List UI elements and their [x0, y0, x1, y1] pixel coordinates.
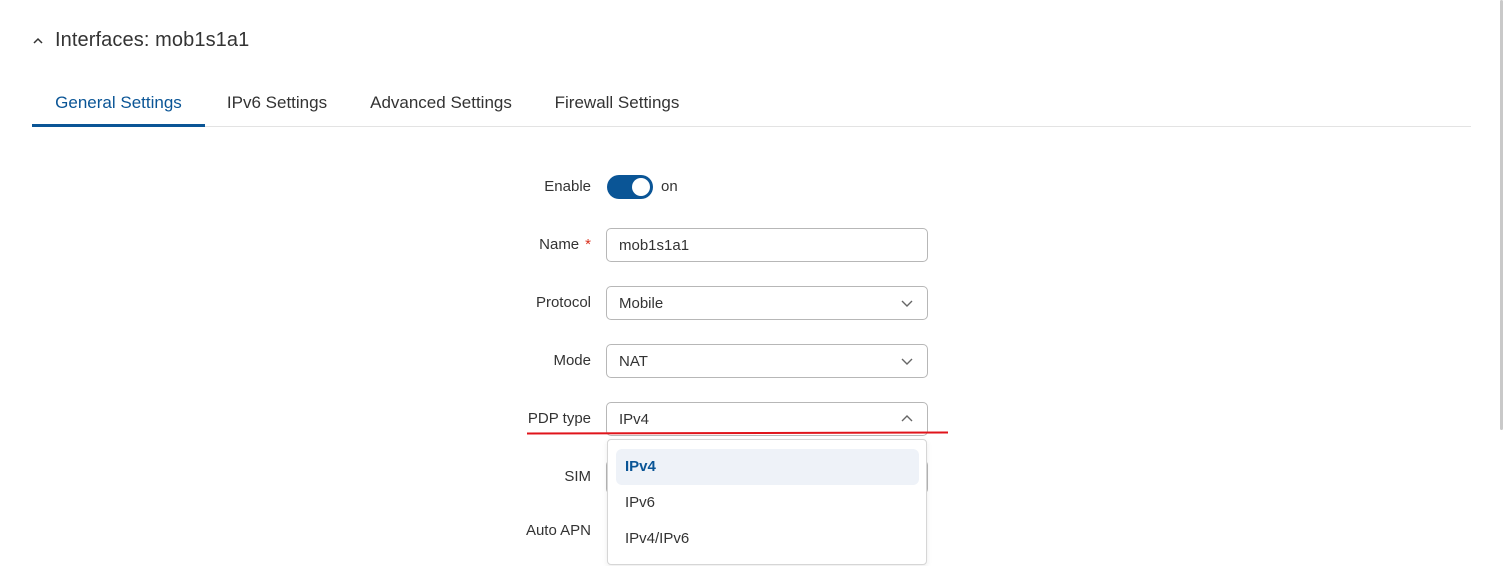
- name-label-row: Name *: [500, 236, 591, 253]
- pdp-type-dropdown-list: IPv4 IPv6 IPv4/IPv6: [607, 439, 927, 565]
- option-ipv6[interactable]: IPv6: [616, 485, 919, 521]
- tab-general-settings[interactable]: General Settings: [32, 80, 205, 127]
- name-input[interactable]: [606, 228, 928, 262]
- interface-settings-page: Interfaces: mob1s1a1 General Settings IP…: [0, 0, 1512, 566]
- pdp-type-label: PDP type: [527, 410, 591, 427]
- chevron-down-icon: [901, 358, 913, 365]
- chevron-down-icon: [901, 300, 913, 307]
- section-title: Interfaces: mob1s1a1: [55, 29, 250, 51]
- required-asterisk: *: [585, 236, 591, 253]
- protocol-value: Mobile: [619, 295, 664, 312]
- option-ipv4[interactable]: IPv4: [616, 449, 919, 485]
- pdp-type-value: IPv4: [619, 411, 650, 428]
- page-scrollbar[interactable]: [1500, 0, 1503, 430]
- name-label: Name: [539, 236, 580, 253]
- protocol-label: Protocol: [535, 294, 591, 311]
- enable-state-text: on: [661, 178, 678, 195]
- enable-toggle[interactable]: [607, 175, 653, 199]
- tab-bar: General Settings IPv6 Settings Advanced …: [32, 80, 1471, 127]
- mode-label: Mode: [553, 352, 591, 369]
- auto-apn-label: Auto APN: [525, 522, 591, 539]
- chevron-up-icon[interactable]: [33, 36, 43, 46]
- section-header[interactable]: Interfaces: mob1s1a1: [33, 29, 249, 52]
- option-ipv4-ipv6[interactable]: IPv4/IPv6: [616, 521, 919, 557]
- enable-label: Enable: [544, 178, 591, 195]
- mode-value: NAT: [619, 353, 648, 370]
- mode-select[interactable]: NAT: [606, 344, 928, 378]
- toggle-knob: [632, 178, 650, 196]
- sim-label: SIM: [564, 468, 591, 485]
- tab-advanced-settings[interactable]: Advanced Settings: [362, 80, 520, 126]
- tab-ipv6-settings[interactable]: IPv6 Settings: [218, 80, 336, 126]
- chevron-up-icon: [901, 415, 913, 422]
- protocol-select[interactable]: Mobile: [606, 286, 928, 320]
- tab-firewall-settings[interactable]: Firewall Settings: [546, 80, 688, 126]
